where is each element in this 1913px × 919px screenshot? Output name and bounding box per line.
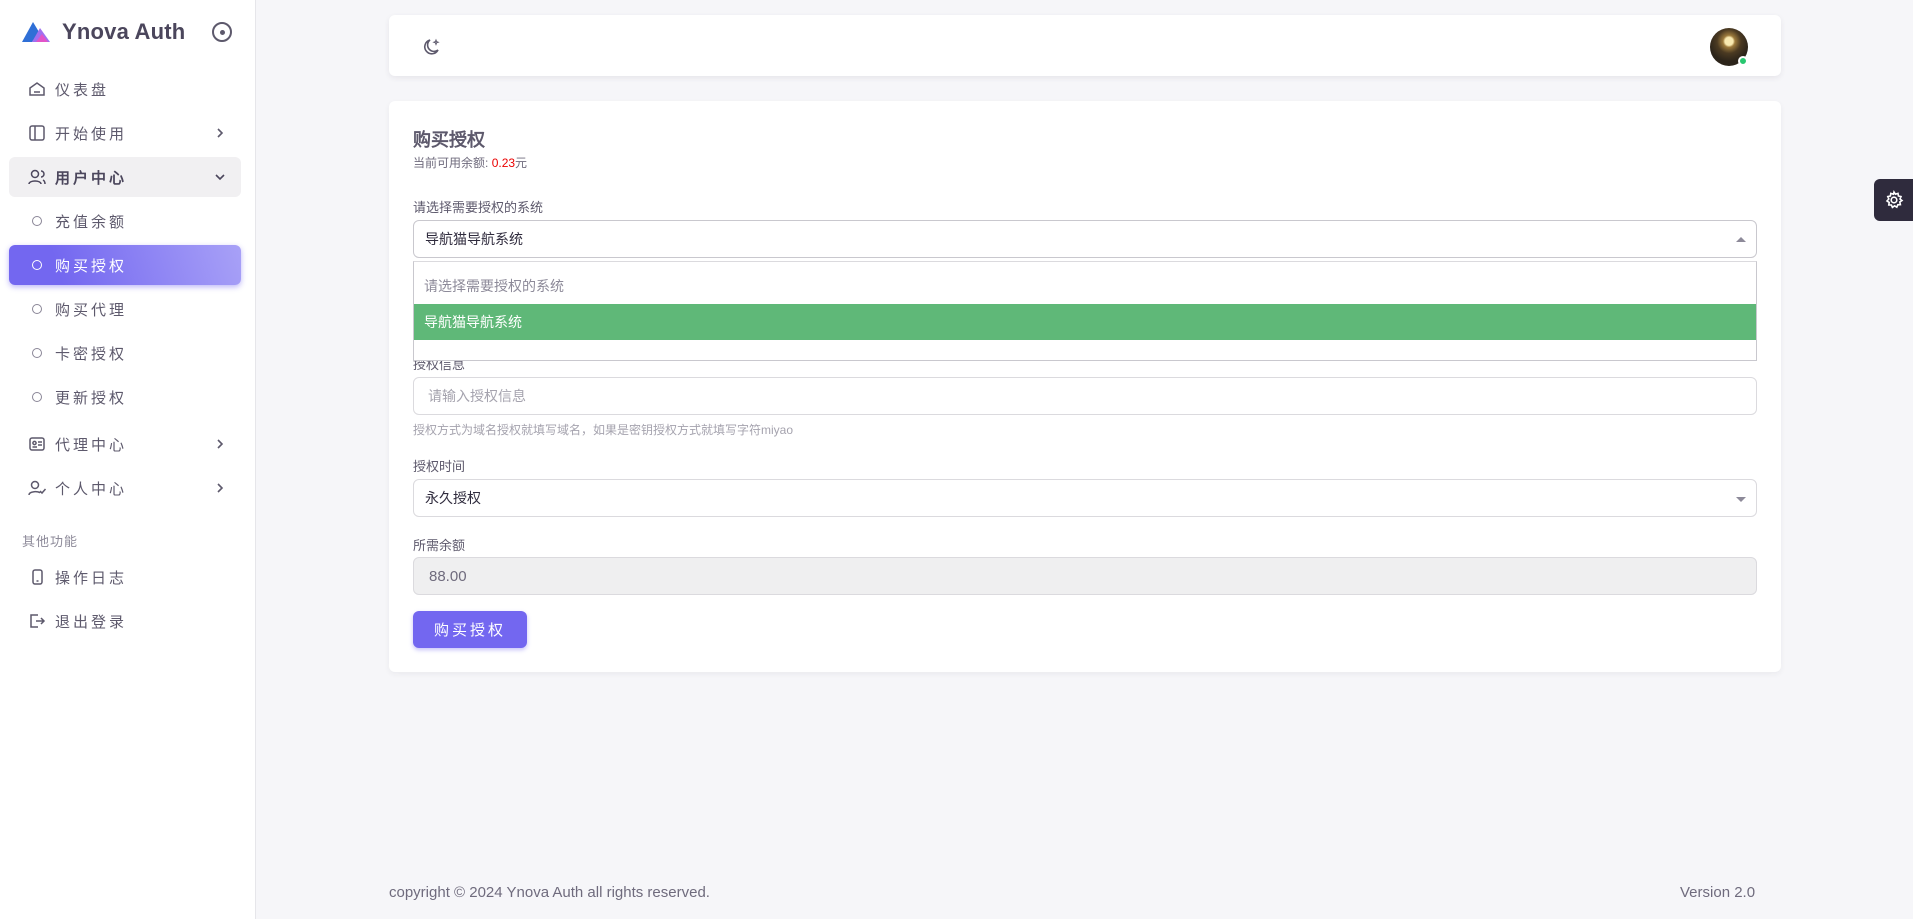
- balance-value: 0.23: [491, 156, 516, 170]
- cost-label: 所需余额: [413, 538, 466, 553]
- user-check-icon: [27, 478, 47, 498]
- balance-prefix: 当前可用余额:: [413, 156, 489, 170]
- dropdown-option-selected[interactable]: 导航猫导航系统: [414, 304, 1756, 340]
- sidebar-item-label: 购买代理: [55, 301, 128, 319]
- sidebar-item-getting-started[interactable]: 开始使用: [9, 113, 241, 153]
- brand[interactable]: Ynova Auth: [20, 17, 185, 47]
- sidebar-item-label: 仪表盘: [55, 81, 110, 99]
- page-title: 购买授权: [413, 130, 485, 150]
- circle-icon: [32, 260, 42, 270]
- auth-info-help: 授权方式为域名授权就填写域名，如果是密钥授权方式就填写字符miyao: [413, 423, 794, 437]
- online-status-badge: [1738, 56, 1748, 66]
- system-select-value: 导航猫导航系统: [425, 231, 523, 247]
- sidebar-item-label: 开始使用: [55, 125, 128, 143]
- phone-icon: [27, 567, 47, 587]
- sidebar-item-label: 卡密授权: [55, 345, 128, 363]
- sidebar-toggle-icon[interactable]: [212, 22, 232, 42]
- dropdown-option-placeholder[interactable]: 请选择需要授权的系统: [414, 268, 1756, 304]
- sidebar: Ynova Auth 仪表盘 开始使用 用户中心 充值余额 购买授权 购买代理 …: [0, 0, 256, 919]
- sidebar-item-personal-center[interactable]: 个人中心: [9, 468, 241, 508]
- chevron-right-icon: [217, 128, 224, 138]
- sidebar-item-buy-agent[interactable]: 购买代理: [9, 289, 241, 329]
- id-card-icon: [27, 434, 47, 454]
- sidebar-item-update-license[interactable]: 更新授权: [9, 377, 241, 417]
- brand-logo-icon: [22, 22, 50, 42]
- sidebar-item-label: 代理中心: [55, 436, 128, 454]
- chevron-right-icon: [217, 439, 224, 449]
- footer-copyright: copyright © 2024 Ynova Auth all rights r…: [389, 884, 710, 901]
- cost-value: 88.00: [429, 567, 467, 585]
- chevron-right-icon: [217, 483, 224, 493]
- circle-icon: [32, 392, 42, 402]
- home-icon: [27, 79, 47, 99]
- sidebar-item-label: 购买授权: [55, 257, 128, 275]
- sidebar-item-dashboard[interactable]: 仪表盘: [9, 69, 241, 109]
- sidebar-item-buy-license[interactable]: 购买授权: [9, 245, 241, 285]
- sidebar-item-operation-log[interactable]: 操作日志: [9, 557, 241, 597]
- brand-name: Ynova Auth: [62, 19, 186, 44]
- balance-info: 当前可用余额: 0.23元: [413, 154, 527, 171]
- sidebar-item-label: 退出登录: [55, 613, 128, 631]
- caret-down-icon: [1736, 497, 1746, 502]
- circle-icon: [32, 348, 42, 358]
- circle-icon: [32, 216, 42, 226]
- circle-icon: [32, 304, 42, 314]
- system-dropdown: 请选择需要授权的系统 导航猫导航系统: [413, 261, 1757, 361]
- balance-unit: 元: [515, 156, 528, 170]
- sidebar-item-label: 操作日志: [55, 569, 128, 587]
- sidebar-item-label: 充值余额: [55, 213, 128, 231]
- sidebar-item-label: 个人中心: [55, 480, 128, 498]
- auth-time-value: 永久授权: [425, 490, 481, 506]
- sidebar-item-user-center[interactable]: 用户中心: [9, 157, 241, 197]
- moon-icon[interactable]: [421, 36, 443, 58]
- cost-field: 88.00: [413, 557, 1757, 595]
- footer-version: Version 2.0: [1680, 884, 1756, 901]
- chevron-down-icon: [215, 174, 225, 181]
- layout-icon: [27, 123, 47, 143]
- system-select[interactable]: 导航猫导航系统: [413, 220, 1757, 258]
- sidebar-item-agent-center[interactable]: 代理中心: [9, 424, 241, 464]
- caret-up-icon: [1736, 237, 1746, 242]
- buy-license-button[interactable]: 购买授权: [413, 611, 527, 648]
- gear-icon: [1885, 190, 1903, 209]
- sidebar-item-card-license[interactable]: 卡密授权: [9, 333, 241, 373]
- sidebar-item-recharge[interactable]: 充值余额: [9, 201, 241, 241]
- settings-toggle[interactable]: [1874, 179, 1913, 221]
- section-label-other: 其他功能: [22, 534, 79, 549]
- users-icon: [27, 167, 47, 187]
- logout-icon: [27, 611, 47, 631]
- sidebar-item-label: 更新授权: [55, 389, 128, 407]
- auth-info-input[interactable]: [413, 377, 1757, 415]
- sidebar-item-logout[interactable]: 退出登录: [9, 601, 241, 641]
- system-select-label: 请选择需要授权的系统: [413, 200, 544, 215]
- sidebar-item-label: 用户中心: [55, 169, 128, 187]
- buy-license-card: 购买授权 当前可用余额: 0.23元 请选择需要授权的系统 导航猫导航系统 请选…: [389, 101, 1781, 672]
- auth-time-select[interactable]: 永久授权: [413, 479, 1757, 517]
- top-navbar: [389, 15, 1781, 76]
- auth-time-label: 授权时间: [413, 459, 466, 474]
